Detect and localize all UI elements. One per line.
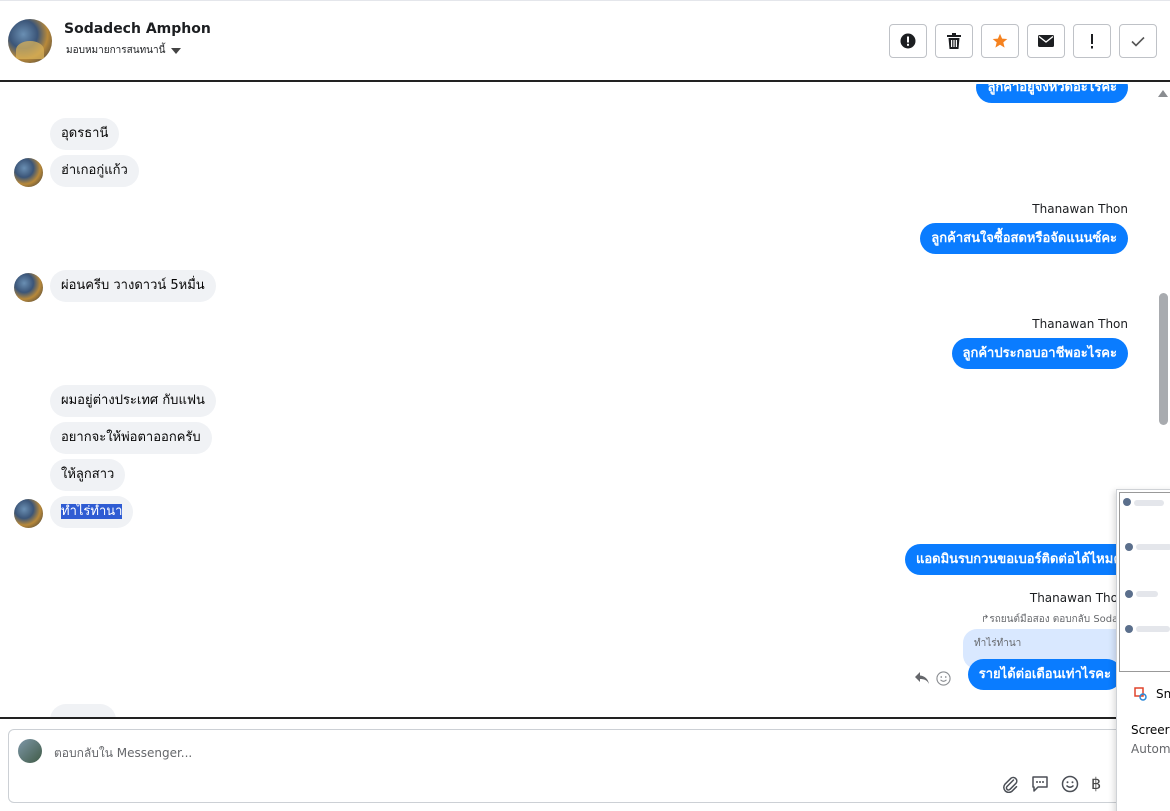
assign-label: มอบหมายการสนทนานี้	[66, 45, 166, 56]
star-button[interactable]	[981, 24, 1019, 58]
notification-subtitle: Autom	[1131, 742, 1170, 756]
app-name: Sn	[1156, 687, 1170, 701]
header-toolbar	[889, 24, 1157, 58]
top-divider	[0, 0, 1170, 1]
react-smiley-icon[interactable]	[936, 671, 951, 686]
check-icon	[1131, 36, 1145, 47]
outgoing-message: ลูกค้าประกอบอาชีพอะไรคะ	[951, 338, 1128, 369]
reply-composer[interactable]: ตอบกลับใน Messenger... ฿	[8, 729, 1158, 803]
assign-conversation-dropdown[interactable]: มอบหมายการสนทนานี้	[66, 43, 182, 58]
outgoing-message: รายได้ต่อเดือนเท่าไรคะ	[967, 659, 1122, 690]
composer-divider	[0, 717, 1170, 719]
thumbnail-avatar	[1123, 498, 1131, 506]
contact-avatar-small	[14, 273, 43, 302]
mark-done-button[interactable]	[1119, 24, 1157, 58]
contact-avatar-small	[14, 499, 43, 528]
composer-input[interactable]: ตอบกลับใน Messenger...	[54, 744, 192, 763]
reply-context: ↱รถยนต์มือสอง ตอบกลับ Sodade	[981, 614, 1131, 625]
conversation-header: Sodadech Amphon มอบหมายการสนทนานี้	[0, 0, 1170, 82]
incoming-message: ผมอยู่ต่างประเทศ กับแฟน	[50, 385, 216, 417]
mark-unread-button[interactable]	[1027, 24, 1065, 58]
attachment-icon[interactable]	[1001, 775, 1019, 793]
screenshot-thumbnail[interactable]	[1119, 492, 1170, 672]
emoji-icon[interactable]	[1061, 775, 1079, 793]
delete-button[interactable]	[935, 24, 973, 58]
composer-actions: ฿	[1001, 774, 1101, 793]
incoming-message: อยากจะให้พ่อตาออกครับ	[50, 422, 212, 454]
page-avatar	[18, 739, 42, 763]
message-thread[interactable]: ลูกค้าอยู่จังหวัดอะไรคะ อุดรธานี ฮ่าเกอก…	[0, 84, 1170, 717]
outgoing-message: แอดมินรบกวนขอเบอร์ติดต่อได้ไหมคะ	[904, 544, 1140, 575]
incoming-message: ทำไร่ทำนา	[50, 496, 134, 528]
sender-name: Thanawan Thon	[1032, 202, 1128, 216]
thumbnail-avatar	[1125, 625, 1133, 633]
screenshot-notification[interactable]: Sn Screer Autom	[1116, 489, 1170, 811]
snipping-tool-icon	[1134, 687, 1147, 701]
thumbnail-avatar	[1125, 590, 1133, 598]
sender-name: Thanawan Tho	[1029, 591, 1118, 605]
mark-spam-button[interactable]	[889, 24, 927, 58]
reply-icon[interactable]	[914, 671, 930, 685]
sender-name: Thanawan Thon	[1032, 317, 1128, 331]
contact-avatar-small	[14, 158, 43, 187]
thumbnail-avatar	[1125, 543, 1133, 551]
payment-icon[interactable]: ฿	[1091, 774, 1101, 793]
selected-text: ทำไร่ทำนา	[61, 504, 123, 519]
scroll-up-arrow-icon[interactable]	[1158, 90, 1168, 97]
incoming-message: ผ่อนครีบ วางดาวน์ 5หมื่น	[50, 270, 216, 302]
incoming-message-partial	[50, 704, 116, 717]
mail-icon	[1038, 35, 1054, 47]
notification-title: Screer	[1131, 723, 1170, 737]
exclamation-icon	[1091, 33, 1093, 48]
thumbnail-line	[1136, 544, 1170, 550]
incoming-message: ฮ่าเกอกู่แก้ว	[50, 155, 139, 187]
trash-icon	[947, 33, 961, 49]
outgoing-message: ลูกค้าสนใจซื้อสดหรือจัดแนนซ์คะ	[920, 223, 1128, 254]
incoming-message: ให้ลูกสาว	[50, 459, 126, 491]
contact-avatar[interactable]	[8, 19, 52, 63]
alert-circle-icon	[900, 33, 916, 49]
caret-down-icon	[171, 47, 182, 54]
thumbnail-line	[1136, 626, 1170, 632]
saved-replies-icon[interactable]	[1031, 775, 1049, 793]
message-actions	[914, 671, 951, 686]
thumbnail-line	[1136, 591, 1158, 597]
star-icon	[992, 33, 1008, 48]
priority-button[interactable]	[1073, 24, 1111, 58]
contact-name[interactable]: Sodadech Amphon	[64, 21, 211, 37]
outgoing-message: ลูกค้าอยู่จังหวัดอะไรคะ	[976, 84, 1128, 103]
incoming-message: อุดรธานี	[50, 118, 120, 150]
scrollbar-thumb[interactable]	[1159, 293, 1168, 425]
thumbnail-line	[1134, 500, 1164, 506]
